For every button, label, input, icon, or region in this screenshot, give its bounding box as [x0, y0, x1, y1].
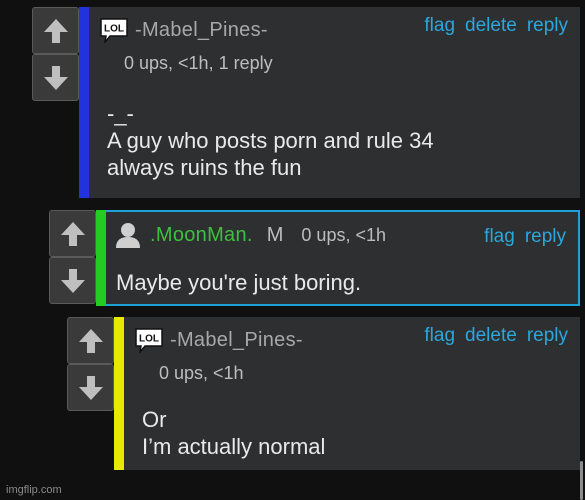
thread-depth-bar [96, 210, 106, 306]
downvote-button[interactable] [32, 54, 79, 101]
upvote-button[interactable] [32, 7, 79, 54]
reply-link[interactable]: reply [527, 15, 568, 37]
username-link[interactable]: -Mabel_Pines- [170, 329, 303, 352]
comment-stats-row: 0 ups, <1h, 1 reply [124, 53, 273, 74]
comment-text: Or I’m actually normal [142, 407, 326, 459]
reply-link[interactable]: reply [525, 226, 566, 248]
vote-controls [49, 210, 96, 306]
lol-icon: LOL [135, 328, 163, 353]
delete-link[interactable]: delete [465, 325, 517, 347]
user-icon [116, 223, 140, 248]
username-link[interactable]: -Mabel_Pines- [135, 19, 268, 42]
mod-badge: M [266, 223, 284, 246]
comment-actions: flag reply [484, 226, 566, 248]
watermark: imgflip.com [6, 484, 62, 496]
arrow-up-icon [79, 329, 103, 353]
thread-depth-bar [114, 317, 124, 470]
flag-link[interactable]: flag [424, 325, 455, 347]
comment-body: LOL -Mabel_Pines- 0 ups, <1h, 1 reply fl… [89, 7, 580, 198]
comment-stats-row: 0 ups, <1h [159, 363, 244, 384]
arrow-down-icon [79, 376, 103, 400]
vote-controls [67, 317, 114, 470]
upvote-button[interactable] [49, 210, 96, 257]
comment-stats: 0 ups, <1h, 1 reply [124, 53, 273, 73]
downvote-button[interactable] [67, 364, 114, 411]
scrollbar[interactable] [580, 461, 583, 500]
arrow-down-icon [61, 269, 85, 293]
flag-link[interactable]: flag [424, 15, 455, 37]
comment: .MoonMan. M 0 ups, <1h flag reply Maybe … [49, 210, 580, 306]
comment-actions: flag delete reply [424, 15, 568, 37]
comment-header: LOL -Mabel_Pines- [134, 327, 303, 353]
comment-text: Maybe you're just boring. [116, 270, 362, 295]
arrow-up-icon [44, 19, 68, 43]
thread-depth-bar [79, 7, 89, 198]
reply-link[interactable]: reply [527, 325, 568, 347]
svg-text:LOL: LOL [104, 24, 124, 35]
arrow-up-icon [61, 222, 85, 246]
comment-body: LOL -Mabel_Pines- 0 ups, <1h flag delete… [124, 317, 580, 470]
comment-header: LOL -Mabel_Pines- [99, 17, 268, 43]
vote-controls [32, 7, 79, 198]
comment: LOL -Mabel_Pines- 0 ups, <1h, 1 reply fl… [32, 7, 580, 198]
comment-text: -_- A guy who posts porn and rule 34 alw… [107, 101, 434, 180]
username-link[interactable]: .MoonMan. [150, 224, 253, 247]
downvote-button[interactable] [49, 257, 96, 304]
comment-stats: 0 ups, <1h [301, 224, 386, 245]
svg-text:LOL: LOL [139, 334, 159, 345]
comment-body: .MoonMan. M 0 ups, <1h flag reply Maybe … [106, 210, 580, 306]
comment-header: .MoonMan. M 0 ups, <1h [114, 221, 386, 249]
comment-stats: 0 ups, <1h [159, 363, 244, 383]
comment: LOL -Mabel_Pines- 0 ups, <1h flag delete… [67, 317, 580, 470]
delete-link[interactable]: delete [465, 15, 517, 37]
upvote-button[interactable] [67, 317, 114, 364]
arrow-down-icon [44, 66, 68, 90]
comment-actions: flag delete reply [424, 325, 568, 347]
lol-icon: LOL [100, 18, 128, 43]
flag-link[interactable]: flag [484, 226, 515, 248]
comment-thread: LOL -Mabel_Pines- 0 ups, <1h, 1 reply fl… [0, 0, 585, 500]
